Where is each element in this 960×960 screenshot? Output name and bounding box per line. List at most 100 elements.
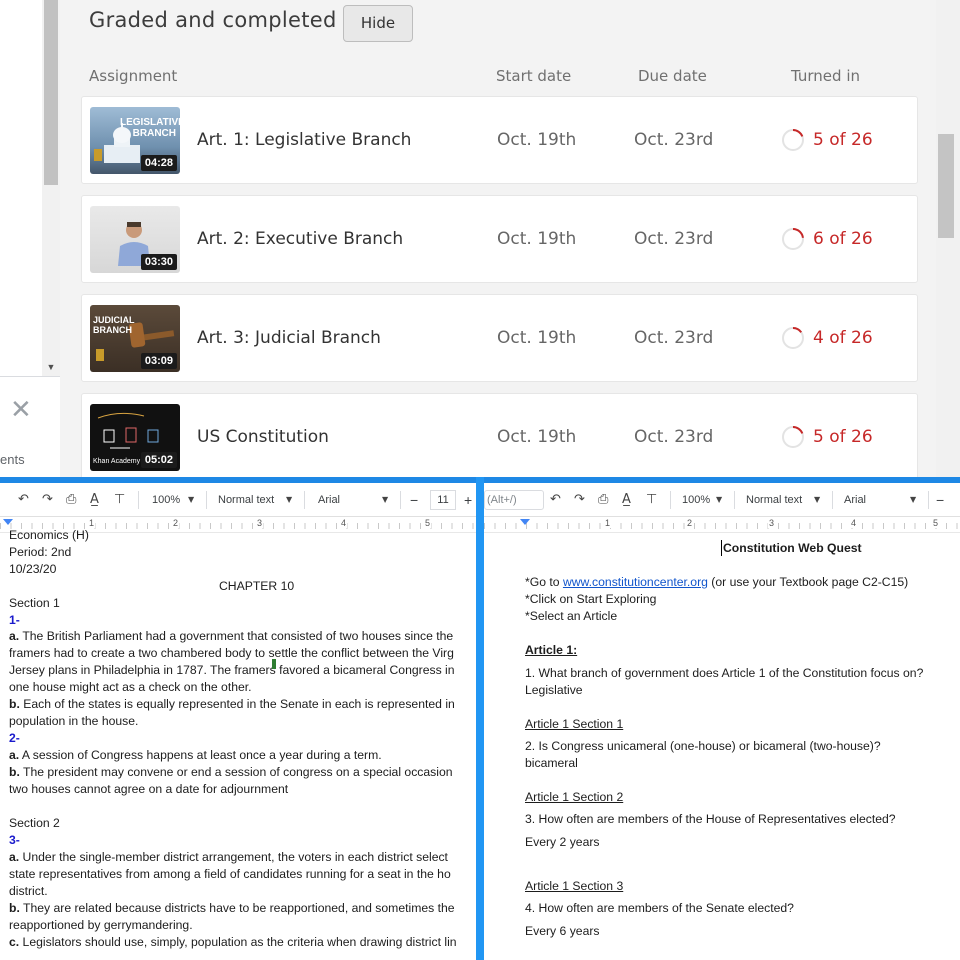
chevron-down-icon[interactable]: ▼ bbox=[286, 491, 292, 509]
column-header-assignment[interactable]: Assignment bbox=[89, 67, 177, 85]
assignment-title[interactable]: US Constitution bbox=[197, 427, 329, 447]
chevron-down-icon[interactable]: ▼ bbox=[188, 491, 194, 509]
doc-question-number: 3- bbox=[9, 833, 20, 847]
doc-question-number: 2- bbox=[9, 731, 20, 745]
redo-icon[interactable]: ↷ bbox=[42, 491, 53, 509]
menu-search-input[interactable]: (Alt+/) bbox=[484, 490, 544, 510]
doc-line: population in the house. bbox=[9, 714, 139, 728]
assignment-row[interactable]: Khan Academy 05:02 US Constitution Oct. … bbox=[81, 393, 918, 478]
page-scrollbar[interactable] bbox=[936, 0, 960, 478]
doc-line: two houses cannot agree on a date for ad… bbox=[9, 782, 289, 796]
assignment-title[interactable]: Art. 2: Executive Branch bbox=[197, 229, 403, 249]
video-thumbnail-legislative[interactable]: LEGISLATIVE BRANCH 04:28 bbox=[90, 107, 180, 174]
turned-in-count[interactable]: 5 of 26 bbox=[813, 427, 873, 447]
due-date: Oct. 23rd bbox=[634, 427, 714, 447]
print-icon[interactable]: ⎙ bbox=[66, 491, 76, 509]
constitution-center-link[interactable]: www.constitutioncenter.org bbox=[563, 575, 708, 589]
start-date: Oct. 19th bbox=[497, 427, 577, 447]
doc-line: 10/23/20 bbox=[9, 562, 57, 576]
assignment-row[interactable]: LEGISLATIVE BRANCH 04:28 Art. 1: Legisla… bbox=[81, 96, 918, 184]
style-select[interactable]: Normal text bbox=[746, 491, 802, 509]
start-date: Oct. 19th bbox=[497, 130, 577, 150]
doc-answer: Every 6 years bbox=[525, 924, 600, 938]
assignment-row[interactable]: 03:30 Art. 2: Executive Branch Oct. 19th… bbox=[81, 195, 918, 283]
print-icon[interactable]: ⎙ bbox=[598, 491, 608, 509]
doc-answer: Legislative bbox=[525, 683, 583, 697]
progress-arc bbox=[792, 426, 804, 434]
doc-line: Period: 2nd bbox=[9, 545, 72, 559]
doc-question: 1. What branch of government does Articl… bbox=[525, 666, 924, 680]
sidebar-divider bbox=[0, 376, 60, 377]
video-thumbnail-judicial[interactable]: JUDICIAL BRANCH 03:09 bbox=[90, 305, 180, 372]
font-size-input[interactable]: 11 bbox=[430, 490, 456, 510]
redo-icon[interactable]: ↷ bbox=[574, 491, 585, 509]
spellcheck-icon[interactable]: A̲ bbox=[622, 491, 631, 509]
ruler: 1 2 3 4 5 bbox=[484, 517, 960, 533]
thumbnail-caption: LEGISLATIVE BRANCH bbox=[120, 117, 180, 139]
increase-font-size-button[interactable]: + bbox=[464, 491, 472, 509]
doc-line: Jersey plans in Philadelphia in 1787. Th… bbox=[9, 663, 455, 677]
paint-format-icon[interactable]: ⊤ bbox=[646, 491, 657, 509]
doc-line: district. bbox=[9, 884, 48, 898]
doc-line: framers had to create a two chambered bo… bbox=[9, 646, 454, 660]
font-select[interactable]: Arial bbox=[844, 491, 866, 509]
doc-title: Constitution Web Quest bbox=[721, 540, 862, 556]
page-scrollbar-thumb[interactable] bbox=[938, 134, 954, 238]
turned-in-count[interactable]: 5 of 26 bbox=[813, 130, 873, 150]
doc-line: a. A session of Congress happens at leas… bbox=[9, 748, 382, 762]
section-title: Graded and completed bbox=[89, 8, 337, 32]
style-select[interactable]: Normal text bbox=[218, 491, 274, 509]
due-date: Oct. 23rd bbox=[634, 229, 714, 249]
window-divider-vertical[interactable] bbox=[476, 477, 484, 960]
thumbnail-caption: JUDICIAL BRANCH bbox=[93, 315, 135, 335]
decrease-font-size-button[interactable]: − bbox=[936, 491, 944, 509]
sidebar-scrollbar-thumb[interactable] bbox=[44, 0, 58, 185]
doc-chapter-heading: CHAPTER 10 bbox=[219, 579, 295, 593]
zoom-select[interactable]: 100% bbox=[152, 491, 180, 509]
progress-ring-icon bbox=[782, 228, 804, 250]
zoom-select[interactable]: 100% bbox=[682, 491, 710, 509]
assignment-title[interactable]: Art. 1: Legislative Branch bbox=[197, 130, 411, 150]
doc-section-heading: Article 1 Section 2 bbox=[525, 790, 624, 804]
undo-icon[interactable]: ↶ bbox=[18, 491, 29, 509]
chevron-down-icon[interactable]: ▼ bbox=[910, 491, 916, 509]
doc-line: Economics (H) bbox=[9, 528, 89, 542]
chevron-down-icon[interactable]: ▼ bbox=[716, 491, 722, 509]
turned-in-count[interactable]: 6 of 26 bbox=[813, 229, 873, 249]
doc-line: *Select an Article bbox=[525, 609, 618, 623]
due-date: Oct. 23rd bbox=[634, 130, 714, 150]
assignment-row[interactable]: JUDICIAL BRANCH 03:09 Art. 3: Judicial B… bbox=[81, 294, 918, 382]
hide-button[interactable]: Hide bbox=[343, 5, 413, 42]
font-select[interactable]: Arial bbox=[318, 491, 340, 509]
video-thumbnail-executive[interactable]: 03:30 bbox=[90, 206, 180, 273]
spellcheck-icon[interactable]: A̲ bbox=[90, 491, 99, 509]
column-header-turned-in[interactable]: Turned in bbox=[791, 67, 860, 85]
assignment-title[interactable]: Art. 3: Judicial Branch bbox=[197, 328, 381, 348]
video-duration: 03:09 bbox=[140, 353, 177, 369]
indent-marker-icon[interactable] bbox=[3, 519, 13, 525]
decrease-font-size-button[interactable]: − bbox=[410, 491, 418, 509]
turned-in-count[interactable]: 4 of 26 bbox=[813, 328, 873, 348]
chevron-down-icon[interactable]: ▼ bbox=[814, 491, 820, 509]
column-header-due-date[interactable]: Due date bbox=[638, 67, 707, 85]
progress-arc bbox=[792, 228, 804, 239]
chevron-down-icon[interactable]: ▼ bbox=[382, 491, 388, 509]
column-header-start-date[interactable]: Start date bbox=[496, 67, 571, 85]
progress-arc bbox=[792, 327, 803, 333]
undo-icon[interactable]: ↶ bbox=[550, 491, 561, 509]
doc-question: 2. Is Congress unicameral (one-house) or… bbox=[525, 739, 881, 753]
doc-line: a. Under the single-member district arra… bbox=[9, 850, 448, 864]
video-duration: 04:28 bbox=[140, 155, 177, 171]
text-cursor-marker bbox=[272, 659, 276, 669]
doc-line: b. They are related because districts ha… bbox=[9, 901, 455, 915]
doc-question: 3. How often are members of the House of… bbox=[525, 812, 896, 826]
doc-answer: bicameral bbox=[525, 756, 578, 770]
paint-format-icon[interactable]: ⊤ bbox=[114, 491, 125, 509]
indent-marker-icon[interactable] bbox=[520, 519, 530, 525]
scroll-down-arrow-icon[interactable]: ▼ bbox=[44, 360, 58, 374]
close-icon[interactable]: ✕ bbox=[10, 397, 34, 423]
progress-ring-icon bbox=[782, 129, 804, 151]
doc-answer: Every 2 years bbox=[525, 835, 600, 849]
video-thumbnail-constitution[interactable]: Khan Academy 05:02 bbox=[90, 404, 180, 471]
start-date: Oct. 19th bbox=[497, 328, 577, 348]
